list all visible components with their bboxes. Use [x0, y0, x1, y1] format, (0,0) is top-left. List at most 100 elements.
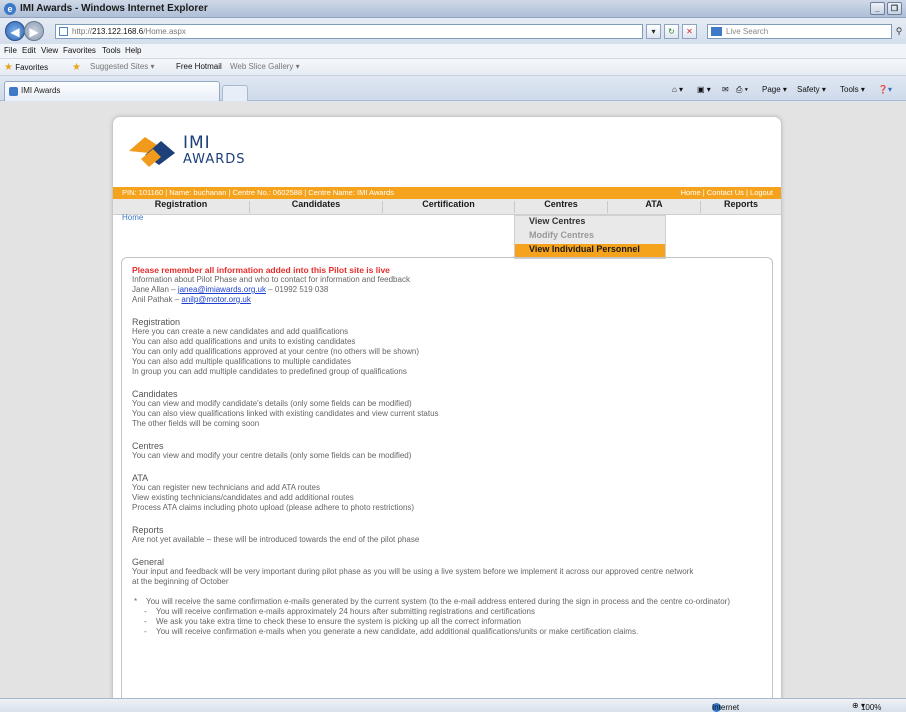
section-heading: Candidates [132, 389, 178, 399]
safety-menu[interactable]: Safety ▾ [797, 85, 826, 94]
minimize-button[interactable]: _ [870, 2, 885, 15]
window-title: IMI Awards - Windows Internet Explorer [20, 3, 208, 14]
live-site-warning: Please remember all information added in… [132, 265, 390, 275]
refresh-icon[interactable]: ↻ [664, 24, 679, 39]
tools-menu[interactable]: Tools ▾ [840, 85, 865, 94]
address-dropdown-icon[interactable]: ▾ [646, 24, 661, 39]
address-path: /Home.aspx [143, 27, 186, 36]
contact-phone: – 01992 519 038 [265, 285, 329, 294]
sub-bullet-text: You will receive confirmation e-mails wh… [156, 627, 639, 636]
user-info-bar: PIN: 101160 | Name: buchanan | Centre No… [113, 187, 781, 199]
link-separator: | [702, 188, 705, 197]
main-navigation: Registration Candidates Certification Ce… [113, 199, 781, 215]
home-icon[interactable]: ⌂ ▾ [672, 85, 683, 94]
bullet-icon: * [134, 597, 138, 606]
nav-certification[interactable]: Certification [383, 199, 514, 215]
help-icon[interactable]: ❓▾ [878, 85, 892, 94]
ie-logo-icon: e [4, 3, 16, 15]
section-line: at the beginning of October [132, 577, 229, 586]
section-line: You can also add multiple qualifications… [132, 357, 351, 366]
status-bar: Internet ⊕ 100% ▾ [0, 698, 906, 712]
tab-row: IMI Awards ⌂ ▾ ▣ ▾ ✉ ⎙ ▾ Page ▾ Safety ▾… [0, 76, 906, 101]
email-link[interactable]: janea@imiawards.org.uk [178, 285, 266, 294]
search-icon[interactable]: ⚲ [893, 24, 905, 39]
nav-reports[interactable]: Reports [701, 199, 781, 215]
mail-icon[interactable]: ✉ [722, 85, 729, 94]
menu-file[interactable]: File [4, 46, 17, 55]
section-line: You can register new technicians and add… [132, 483, 320, 492]
logout-link[interactable]: Logout [750, 188, 773, 197]
handshake-logo-icon [129, 137, 175, 167]
address-bar[interactable]: http://213.122.168.6/Home.aspx [55, 24, 643, 39]
forward-button[interactable]: ▶ [24, 21, 44, 41]
link-separator: | [746, 188, 748, 197]
search-placeholder: Live Search [726, 27, 769, 36]
section-heading: Centres [132, 441, 164, 451]
tab-title: IMI Awards [21, 86, 61, 95]
menu-item-modify-centres[interactable]: Modify Centres [515, 230, 665, 244]
section-line: The other fields will be coming soon [132, 419, 260, 428]
zoom-level: 100% [860, 703, 882, 712]
menu-bar: File Edit View Favorites Tools Help [0, 44, 906, 59]
tab-imi-awards[interactable]: IMI Awards [4, 81, 220, 101]
section-heading: General [132, 557, 165, 567]
list-item: - We ask you take extra time to check the… [132, 617, 762, 627]
print-icon[interactable]: ⎙ ▾ [736, 85, 748, 95]
user-info-text: PIN: 101160 | Name: buchanan | Centre No… [122, 188, 394, 197]
contact-us-link[interactable]: Contact Us [707, 188, 744, 197]
imi-awards-logo[interactable]: IMI AWARDS [127, 131, 247, 171]
favorites-label: Favorites [15, 63, 49, 72]
home-link[interactable]: Home [681, 188, 701, 197]
address-prefix: http:// [72, 27, 93, 36]
menu-favorites[interactable]: Favorites [63, 46, 96, 55]
section-line: View existing technicians/candidates and… [132, 493, 354, 502]
breadcrumb[interactable]: Home [122, 213, 143, 222]
site-container: IMI AWARDS PIN: 101160 | Name: buchanan … [112, 116, 782, 712]
email-link[interactable]: anilp@motor.org.uk [181, 295, 251, 304]
contact-line: Jane Allan – janea@imiawards.org.uk – 01… [132, 285, 762, 295]
zoom-control[interactable]: ⊕ 100% ▾ [852, 701, 881, 712]
centres-dropdown-menu: View Centres Modify Centres View Individ… [514, 215, 666, 259]
nav-ata[interactable]: ATA [608, 199, 700, 215]
dash-icon: - [144, 627, 147, 636]
page-menu[interactable]: Page ▾ [762, 85, 787, 94]
section-heading: Reports [132, 525, 164, 535]
menu-view[interactable]: View [41, 46, 58, 55]
address-row: ◀ ▶ http://213.122.168.6/Home.aspx ▾ ↻ ✕… [0, 18, 906, 44]
suggested-sites-link[interactable]: Suggested Sites ▾ [90, 62, 155, 71]
menu-item-view-centres[interactable]: View Centres [515, 216, 665, 230]
contact-name: Anil Pathak – [132, 295, 182, 304]
favorites-button[interactable]: ★ Favorites [4, 62, 48, 73]
section-line: Are not yet available – these will be in… [132, 535, 420, 544]
web-slice-gallery-link[interactable]: Web Slice Gallery ▾ [230, 62, 300, 71]
back-button[interactable]: ◀ [5, 21, 25, 41]
logo-text-bottom: AWARDS [183, 152, 246, 167]
live-search-icon [711, 27, 722, 36]
sub-bullet-text: We ask you take extra time to check thes… [156, 617, 521, 626]
menu-item-view-individual-personnel[interactable]: View Individual Personnel [515, 244, 665, 258]
sub-bullet-text: You will receive confirmation e-mails ap… [156, 607, 535, 616]
section-line: You can also add qualifications and unit… [132, 337, 356, 346]
nav-centres[interactable]: Centres [515, 199, 607, 215]
menu-tools[interactable]: Tools [102, 46, 121, 55]
free-hotmail-link[interactable]: Free Hotmail [176, 62, 222, 71]
logo-text-top: IMI [183, 133, 211, 153]
bullet-text: You will receive the same confirmation e… [146, 597, 730, 606]
add-favorite-icon[interactable]: ★ [72, 62, 81, 73]
maximize-button[interactable]: ❐ [887, 2, 902, 15]
section-line: Here you can create a new candidates and… [132, 327, 349, 336]
new-tab-button[interactable] [222, 85, 248, 101]
contact-name: Jane Allan – [132, 285, 178, 294]
menu-help[interactable]: Help [125, 46, 141, 55]
list-item: - You will receive confirmation e-mails a… [132, 607, 762, 617]
section-heading: Registration [132, 317, 181, 327]
nav-candidates[interactable]: Candidates [250, 199, 382, 215]
stop-icon[interactable]: ✕ [682, 24, 697, 39]
section-line: Your input and feedback will be very imp… [132, 567, 694, 576]
address-host: 213.122.168.6 [92, 27, 144, 36]
favorites-bar: ★ Favorites ★ Suggested Sites ▾ Free Hot… [0, 59, 906, 76]
search-input[interactable]: Live Search [707, 24, 892, 39]
zone-label: Internet [712, 703, 740, 712]
feeds-icon[interactable]: ▣ ▾ [697, 85, 711, 94]
menu-edit[interactable]: Edit [22, 46, 36, 55]
